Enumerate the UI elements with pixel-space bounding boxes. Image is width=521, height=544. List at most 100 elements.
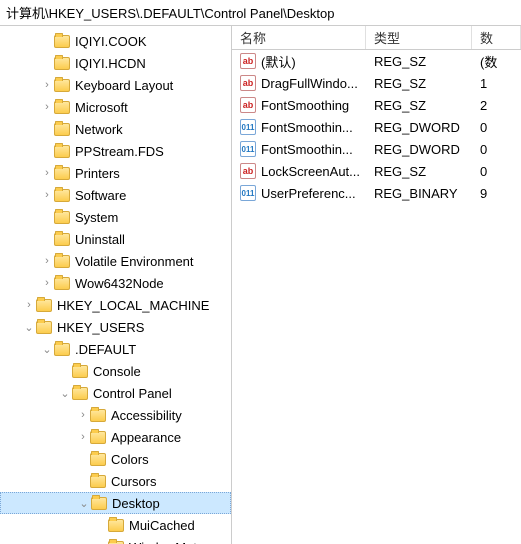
- chevron-down-icon[interactable]: ⌄: [40, 343, 54, 356]
- tree-node[interactable]: ⌄ HKEY_USERS: [0, 316, 231, 338]
- folder-icon: [54, 145, 70, 158]
- tree-label: Microsoft: [75, 100, 128, 115]
- chevron-right-icon[interactable]: ›: [40, 167, 54, 179]
- col-name[interactable]: 名称: [232, 26, 366, 49]
- folder-icon: [54, 343, 70, 356]
- tree-node[interactable]: MuiCached: [0, 514, 231, 536]
- folder-icon: [54, 211, 70, 224]
- value-data: 0: [472, 120, 521, 135]
- tree-label: Control Panel: [93, 386, 172, 401]
- tree-node[interactable]: › Printers: [0, 162, 231, 184]
- col-type[interactable]: 类型: [366, 26, 472, 49]
- value-type: REG_DWORD: [366, 142, 472, 157]
- tree-label: Desktop: [112, 496, 160, 511]
- folder-icon: [54, 123, 70, 136]
- binary-value-icon: 011: [240, 185, 256, 201]
- folder-icon: [72, 387, 88, 400]
- value-name: UserPreferenc...: [261, 186, 356, 201]
- chevron-right-icon[interactable]: ›: [40, 79, 54, 91]
- value-type: REG_SZ: [366, 76, 472, 91]
- value-row[interactable]: ab(默认)REG_SZ(数: [232, 50, 521, 72]
- main-split: IQIYI.COOK IQIYI.HCDN › Keyboard Layout › Mic…: [0, 26, 521, 544]
- tree-node[interactable]: PPStream.FDS: [0, 140, 231, 162]
- tree-node[interactable]: ›Wow6432Node: [0, 272, 231, 294]
- tree-node[interactable]: Colors: [0, 448, 231, 470]
- chevron-right-icon[interactable]: ›: [22, 299, 36, 311]
- value-type: REG_SZ: [366, 98, 472, 113]
- tree-node[interactable]: Uninstall: [0, 228, 231, 250]
- tree-node[interactable]: WindowMet...: [0, 536, 231, 544]
- col-data[interactable]: 数: [472, 26, 521, 49]
- value-data: 9: [472, 186, 521, 201]
- value-type: REG_BINARY: [366, 186, 472, 201]
- folder-icon: [90, 431, 106, 444]
- chevron-right-icon[interactable]: ›: [76, 431, 90, 443]
- value-type: REG_SZ: [366, 54, 472, 69]
- folder-icon: [72, 365, 88, 378]
- value-row[interactable]: ab DragFullWindo... REG_SZ1: [232, 72, 521, 94]
- tree-node[interactable]: IQIYI.COOK: [0, 30, 231, 52]
- value-name: DragFullWindo...: [261, 76, 358, 91]
- value-list: 名称 类型 数 ab(默认)REG_SZ(数abDragFullWindo...…: [232, 26, 521, 544]
- tree-label: Colors: [111, 452, 149, 467]
- tree-node[interactable]: ⌄ Control Panel: [0, 382, 231, 404]
- value-row[interactable]: abFontSmoothingREG_SZ2: [232, 94, 521, 116]
- tree-node[interactable]: ⌄ .DEFAULT: [0, 338, 231, 360]
- tree-node[interactable]: › Keyboard Layout: [0, 74, 231, 96]
- tree-node[interactable]: › Volatile Environment: [0, 250, 231, 272]
- value-data: 1: [472, 76, 521, 91]
- folder-icon: [54, 35, 70, 48]
- string-value-icon: ab: [240, 97, 256, 113]
- value-data: (数: [472, 52, 521, 71]
- value-data: 0: [472, 142, 521, 157]
- value-row[interactable]: 011 UserPreferenc... REG_BINARY9: [232, 182, 521, 204]
- tree-node[interactable]: Cursors: [0, 470, 231, 492]
- folder-icon: [36, 321, 52, 334]
- address-bar[interactable]: 计算机\HKEY_USERS\.DEFAULT\Control Panel\De…: [0, 0, 521, 26]
- chevron-right-icon[interactable]: ›: [40, 255, 54, 267]
- tree-label: MuiCached: [129, 518, 195, 533]
- tree-node[interactable]: System: [0, 206, 231, 228]
- tree-node[interactable]: ›Accessibility: [0, 404, 231, 426]
- tree-label: Software: [75, 188, 126, 203]
- string-value-icon: ab: [240, 75, 256, 91]
- tree-node[interactable]: Network: [0, 118, 231, 140]
- chevron-down-icon[interactable]: ⌄: [77, 497, 91, 510]
- tree-node[interactable]: IQIYI.HCDN: [0, 52, 231, 74]
- binary-value-icon: 011: [240, 141, 256, 157]
- value-row[interactable]: abLockScreenAut...REG_SZ0: [232, 160, 521, 182]
- folder-icon: [54, 255, 70, 268]
- tree-label: IQIYI.COOK: [75, 34, 147, 49]
- value-type: REG_SZ: [366, 164, 472, 179]
- value-row[interactable]: 011FontSmoothin...REG_DWORD0: [232, 116, 521, 138]
- tree-node[interactable]: › Software: [0, 184, 231, 206]
- tree-label: Cursors: [111, 474, 157, 489]
- folder-icon: [90, 453, 106, 466]
- folder-icon: [54, 189, 70, 202]
- tree-label: Uninstall: [75, 232, 125, 247]
- tree-label: HKEY_USERS: [57, 320, 144, 335]
- value-type: REG_DWORD: [366, 120, 472, 135]
- tree-label: Keyboard Layout: [75, 78, 173, 93]
- chevron-right-icon[interactable]: ›: [40, 189, 54, 201]
- value-name: (默认): [261, 52, 296, 71]
- tree-node[interactable]: Console: [0, 360, 231, 382]
- registry-tree[interactable]: IQIYI.COOK IQIYI.HCDN › Keyboard Layout › Mic…: [0, 26, 232, 544]
- tree-label: .DEFAULT: [75, 342, 136, 357]
- tree-node[interactable]: ›HKEY_LOCAL_MACHINE: [0, 294, 231, 316]
- tree-node[interactable]: › Microsoft: [0, 96, 231, 118]
- tree-label: System: [75, 210, 118, 225]
- value-name: LockScreenAut...: [261, 164, 360, 179]
- tree-node[interactable]: ⌄ Desktop: [0, 492, 231, 514]
- chevron-right-icon[interactable]: ›: [76, 409, 90, 421]
- tree-label: Volatile Environment: [75, 254, 194, 269]
- chevron-right-icon[interactable]: ›: [40, 277, 54, 289]
- chevron-down-icon[interactable]: ⌄: [22, 321, 36, 334]
- tree-label: Printers: [75, 166, 120, 181]
- value-row[interactable]: 011FontSmoothin...REG_DWORD0: [232, 138, 521, 160]
- chevron-right-icon[interactable]: ›: [40, 101, 54, 113]
- tree-node[interactable]: ›Appearance: [0, 426, 231, 448]
- value-data: 2: [472, 98, 521, 113]
- folder-icon: [54, 233, 70, 246]
- chevron-down-icon[interactable]: ⌄: [58, 387, 72, 400]
